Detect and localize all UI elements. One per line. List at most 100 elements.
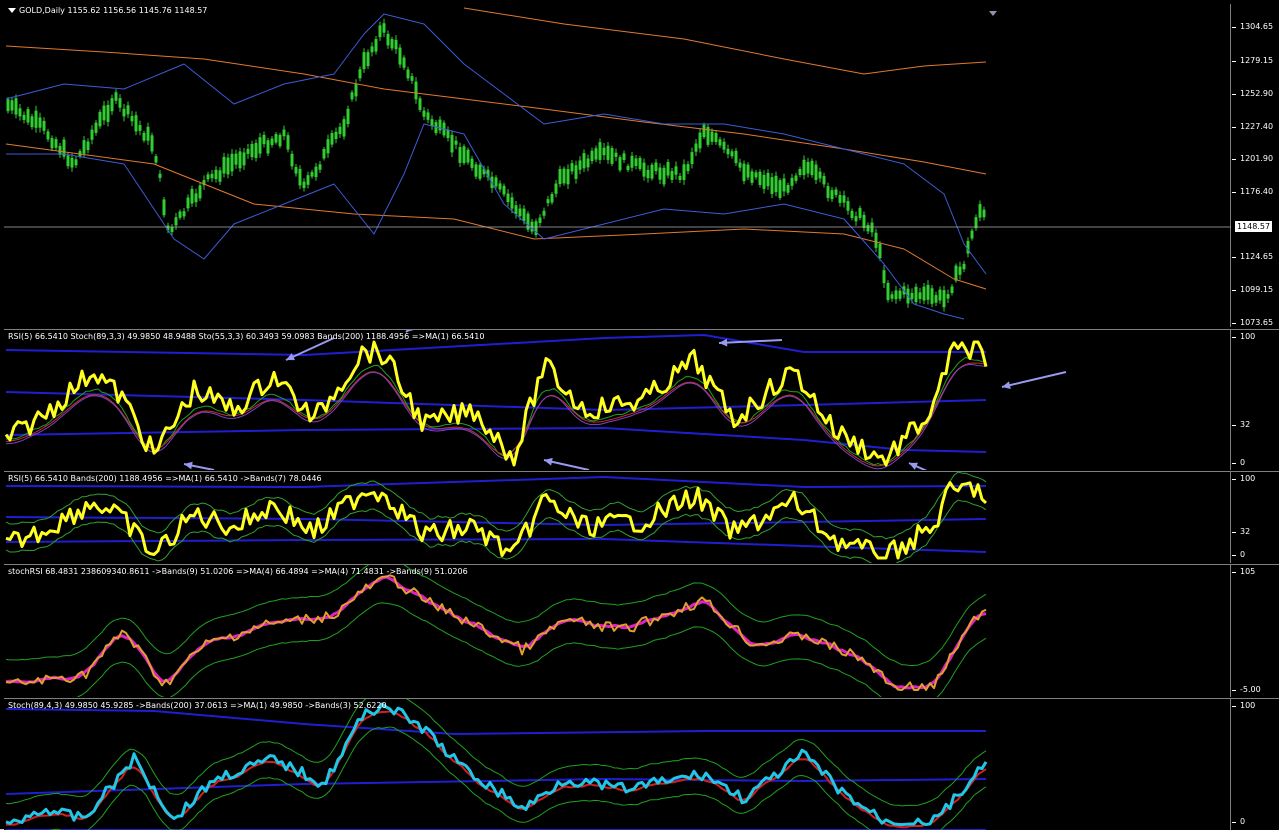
stochrsi-plot-area[interactable] xyxy=(4,565,1231,697)
candle-body xyxy=(98,111,102,127)
candle-body xyxy=(410,76,414,81)
candle-body xyxy=(814,164,818,181)
candle-body xyxy=(494,177,498,187)
candle-body xyxy=(954,265,958,281)
candle-body xyxy=(646,169,650,179)
stochrsi-axis[interactable]: 105 -5.00 xyxy=(1231,565,1279,697)
candle-body xyxy=(726,148,730,155)
candle-body xyxy=(386,33,390,46)
candle-body xyxy=(842,195,846,203)
candle-body xyxy=(634,158,638,166)
candle-body xyxy=(798,169,802,175)
candle-body xyxy=(22,114,26,120)
price-tick: 1073.65 xyxy=(1231,318,1274,327)
price-pane[interactable]: GOLD,Daily 1155.62 1156.56 1145.76 1148.… xyxy=(4,4,1279,327)
candle-body xyxy=(302,181,306,188)
rsi-stoch-pane[interactable]: RSI(5) 66.5410 Stoch(89,3,3) 49.9850 48.… xyxy=(4,329,1279,470)
candle-body xyxy=(398,47,402,65)
collapse-triangle-icon[interactable] xyxy=(8,8,16,13)
stochrsi-pane[interactable]: stochRSI 68.4831 238609340.8611 ->Bands(… xyxy=(4,564,1279,697)
stochrsi-line xyxy=(5,574,987,691)
candle-body xyxy=(250,143,254,158)
candle-body xyxy=(962,263,966,270)
axis-tick: 100 xyxy=(1231,701,1256,710)
candle-body xyxy=(222,156,226,174)
annotation-arrowhead-icon xyxy=(544,457,553,466)
candle-body xyxy=(454,140,458,145)
candle-body xyxy=(466,149,470,163)
annotation-arrowhead-icon xyxy=(184,461,193,470)
candle-body xyxy=(574,165,578,179)
chart-shift-marker-icon[interactable] xyxy=(989,11,997,16)
stoch-plot-area[interactable] xyxy=(4,699,1231,830)
candle-body xyxy=(530,221,534,232)
candle-body xyxy=(190,188,194,204)
price-tick: 1279.15 xyxy=(1231,56,1274,65)
candle-body xyxy=(342,119,346,137)
candle-body xyxy=(590,150,594,162)
candle-body xyxy=(314,166,318,178)
candle-body xyxy=(102,105,106,121)
candle-body xyxy=(186,197,190,209)
candle-body xyxy=(830,190,834,200)
stoch-axis[interactable]: 100 0 xyxy=(1231,699,1279,830)
candle-body xyxy=(618,157,622,171)
candle-body xyxy=(770,177,774,194)
stoch-pane[interactable]: Stoch(89,4,3) 49.9850 45.9285 ->Bands(20… xyxy=(4,698,1279,830)
candle-body xyxy=(414,81,418,100)
candle-body xyxy=(178,211,182,218)
candle-body xyxy=(126,105,130,115)
candle-body xyxy=(674,166,678,175)
rsi-stoch-chart xyxy=(4,330,1067,470)
candle-body xyxy=(698,132,702,149)
candle-body xyxy=(238,151,242,169)
candle-body xyxy=(38,117,42,128)
price-plot-area[interactable] xyxy=(4,4,1231,327)
rsi-bands-plot-area[interactable] xyxy=(4,472,1231,563)
candle-body xyxy=(782,178,786,192)
candle-body xyxy=(266,140,270,154)
candle-body xyxy=(258,137,262,154)
rsi-stoch-plot-area[interactable] xyxy=(4,330,1231,470)
candle-body xyxy=(750,171,754,183)
rsi-bands-pane[interactable]: RSI(5) 66.5410 Bands(200) 1188.4956 =>MA… xyxy=(4,471,1279,563)
candle-body xyxy=(666,162,670,176)
stoch-pane-title: Stoch(89,4,3) 49.9850 45.9285 ->Bands(20… xyxy=(8,701,387,710)
candle-body xyxy=(654,162,658,172)
candle-body xyxy=(522,208,526,222)
candle-body xyxy=(550,194,554,203)
stochrsi-pane-title: stochRSI 68.4831 238609340.8611 ->Bands(… xyxy=(8,567,468,576)
candle-body xyxy=(122,108,126,117)
candle-body xyxy=(794,175,798,181)
candle-body xyxy=(426,112,430,120)
candle-body xyxy=(818,171,822,179)
candle-body xyxy=(142,132,146,141)
candle-body xyxy=(498,183,502,190)
candle-body xyxy=(366,52,370,67)
candle-body xyxy=(934,295,938,303)
band-upper-line xyxy=(5,708,986,735)
candle-body xyxy=(802,159,806,176)
candle-body xyxy=(586,158,590,168)
candle-body xyxy=(858,208,862,218)
candle-body xyxy=(578,160,582,170)
candle-body xyxy=(318,164,322,170)
candle-body xyxy=(474,164,478,177)
rsi-bands-axis[interactable]: 100 32 0 xyxy=(1231,472,1279,563)
candle-body xyxy=(734,150,738,164)
candle-body xyxy=(910,292,914,299)
candle-body xyxy=(6,99,10,112)
band-mid-line xyxy=(5,391,987,411)
candle-body xyxy=(766,172,770,187)
candle-body xyxy=(86,141,90,151)
candle-body xyxy=(958,266,962,275)
rsi-stoch-axis[interactable]: 100 32 0 xyxy=(1231,330,1279,470)
candle-body xyxy=(130,116,134,122)
candle-body xyxy=(254,143,258,158)
candle-body xyxy=(742,163,746,182)
candle-body xyxy=(918,292,922,299)
annotation-arrowhead-icon xyxy=(1002,381,1011,389)
price-axis[interactable]: 1304.65 1279.15 1252.90 1227.40 1201.90 … xyxy=(1231,4,1279,327)
candle-body xyxy=(978,204,982,218)
candle-body xyxy=(158,173,162,178)
